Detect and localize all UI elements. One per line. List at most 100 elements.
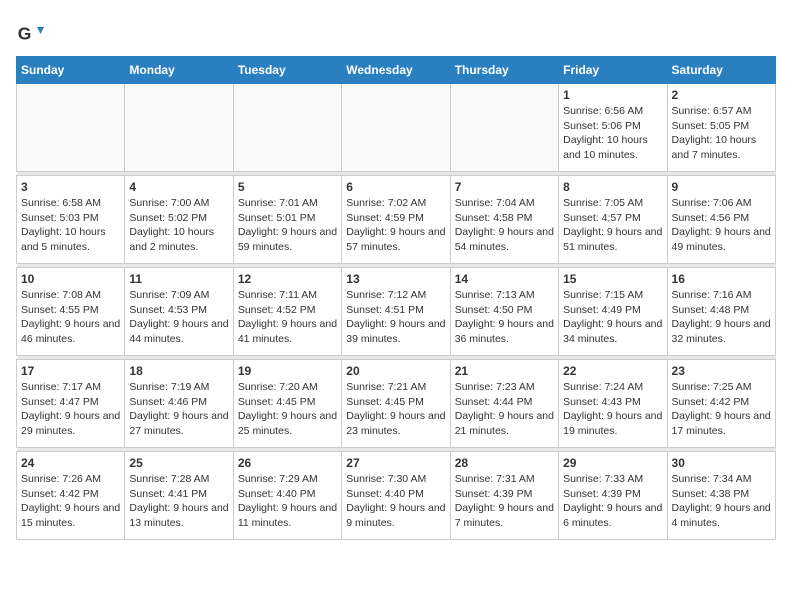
calendar-cell: 25 Sunrise: 7:28 AM Sunset: 4:41 PM Dayli… [125, 452, 233, 540]
calendar-cell: 4 Sunrise: 7:00 AM Sunset: 5:02 PM Daylig… [125, 176, 233, 264]
day-info: Sunrise: 7:02 AM Sunset: 4:59 PM Dayligh… [346, 196, 445, 255]
calendar-cell: 13Sunrise: 7:12 AM Sunset: 4:51 PM Dayli… [342, 268, 450, 356]
day-number: 14 [455, 272, 554, 286]
calendar-cell: 28Sunrise: 7:31 AM Sunset: 4:39 PM Dayli… [450, 452, 558, 540]
calendar-header-row: SundayMondayTuesdayWednesdayThursdayFrid… [17, 57, 776, 84]
calendar-week-3: 10 Sunrise: 7:08 AM Sunset: 4:55 PM Dayli… [17, 268, 776, 356]
day-info: Sunrise: 7:13 AM Sunset: 4:50 PM Dayligh… [455, 288, 554, 347]
calendar-cell: 21 Sunrise: 7:23 AM Sunset: 4:44 PM Dayli… [450, 360, 558, 448]
day-info: Sunrise: 7:31 AM Sunset: 4:39 PM Dayligh… [455, 472, 554, 531]
day-info: Sunrise: 7:23 AM Sunset: 4:44 PM Dayligh… [455, 380, 554, 439]
page-header: G [16, 16, 776, 48]
day-info: Sunrise: 7:16 AM Sunset: 4:48 PM Dayligh… [672, 288, 771, 347]
calendar-cell: 1Sunrise: 6:56 AM Sunset: 5:06 PM Daylig… [559, 84, 667, 172]
day-number: 25 [129, 456, 228, 470]
day-info: Sunrise: 7:29 AM Sunset: 4:40 PM Dayligh… [238, 472, 337, 531]
calendar-header-friday: Friday [559, 57, 667, 84]
calendar-cell: 17Sunrise: 7:17 AM Sunset: 4:47 PM Dayli… [17, 360, 125, 448]
day-info: Sunrise: 7:28 AM Sunset: 4:41 PM Dayligh… [129, 472, 228, 531]
day-number: 9 [672, 180, 771, 194]
calendar-cell: 19 Sunrise: 7:20 AM Sunset: 4:45 PM Dayli… [233, 360, 341, 448]
calendar-cell: 6 Sunrise: 7:02 AM Sunset: 4:59 PM Daylig… [342, 176, 450, 264]
day-number: 7 [455, 180, 554, 194]
day-info: Sunrise: 7:34 AM Sunset: 4:38 PM Dayligh… [672, 472, 771, 531]
calendar-cell: 11 Sunrise: 7:09 AM Sunset: 4:53 PM Dayli… [125, 268, 233, 356]
calendar-cell [125, 84, 233, 172]
day-number: 18 [129, 364, 228, 378]
day-info: Sunrise: 6:57 AM Sunset: 5:05 PM Dayligh… [672, 104, 771, 163]
day-info: Sunrise: 7:17 AM Sunset: 4:47 PM Dayligh… [21, 380, 120, 439]
calendar-cell: 29 Sunrise: 7:33 AM Sunset: 4:39 PM Dayli… [559, 452, 667, 540]
calendar-week-1: 1Sunrise: 6:56 AM Sunset: 5:06 PM Daylig… [17, 84, 776, 172]
day-info: Sunrise: 7:00 AM Sunset: 5:02 PM Dayligh… [129, 196, 228, 255]
day-info: Sunrise: 7:05 AM Sunset: 4:57 PM Dayligh… [563, 196, 662, 255]
calendar-cell: 7Sunrise: 7:04 AM Sunset: 4:58 PM Daylig… [450, 176, 558, 264]
calendar-cell: 15 Sunrise: 7:15 AM Sunset: 4:49 PM Dayli… [559, 268, 667, 356]
day-number: 11 [129, 272, 228, 286]
day-number: 26 [238, 456, 337, 470]
day-number: 21 [455, 364, 554, 378]
calendar-cell: 12 Sunrise: 7:11 AM Sunset: 4:52 PM Dayli… [233, 268, 341, 356]
calendar-cell [233, 84, 341, 172]
day-number: 3 [21, 180, 120, 194]
day-number: 27 [346, 456, 445, 470]
svg-text:G: G [18, 23, 32, 43]
day-info: Sunrise: 7:20 AM Sunset: 4:45 PM Dayligh… [238, 380, 337, 439]
day-number: 16 [672, 272, 771, 286]
calendar-cell: 27 Sunrise: 7:30 AM Sunset: 4:40 PM Dayli… [342, 452, 450, 540]
calendar-cell: 16 Sunrise: 7:16 AM Sunset: 4:48 PM Dayli… [667, 268, 775, 356]
calendar-cell: 18 Sunrise: 7:19 AM Sunset: 4:46 PM Dayli… [125, 360, 233, 448]
day-number: 15 [563, 272, 662, 286]
calendar-cell: 24 Sunrise: 7:26 AM Sunset: 4:42 PM Dayli… [17, 452, 125, 540]
calendar-header-sunday: Sunday [17, 57, 125, 84]
day-number: 30 [672, 456, 771, 470]
day-info: Sunrise: 7:08 AM Sunset: 4:55 PM Dayligh… [21, 288, 120, 347]
calendar-week-2: 3Sunrise: 6:58 AM Sunset: 5:03 PM Daylig… [17, 176, 776, 264]
day-number: 10 [21, 272, 120, 286]
day-info: Sunrise: 7:11 AM Sunset: 4:52 PM Dayligh… [238, 288, 337, 347]
calendar-cell [342, 84, 450, 172]
day-info: Sunrise: 7:24 AM Sunset: 4:43 PM Dayligh… [563, 380, 662, 439]
day-info: Sunrise: 7:30 AM Sunset: 4:40 PM Dayligh… [346, 472, 445, 531]
calendar-cell: 10 Sunrise: 7:08 AM Sunset: 4:55 PM Dayli… [17, 268, 125, 356]
day-info: Sunrise: 7:06 AM Sunset: 4:56 PM Dayligh… [672, 196, 771, 255]
day-number: 20 [346, 364, 445, 378]
day-info: Sunrise: 7:15 AM Sunset: 4:49 PM Dayligh… [563, 288, 662, 347]
day-info: Sunrise: 7:19 AM Sunset: 4:46 PM Dayligh… [129, 380, 228, 439]
day-info: Sunrise: 7:12 AM Sunset: 4:51 PM Dayligh… [346, 288, 445, 347]
day-number: 6 [346, 180, 445, 194]
day-info: Sunrise: 6:56 AM Sunset: 5:06 PM Dayligh… [563, 104, 662, 163]
calendar-header-saturday: Saturday [667, 57, 775, 84]
day-number: 29 [563, 456, 662, 470]
calendar-cell: 30 Sunrise: 7:34 AM Sunset: 4:38 PM Dayli… [667, 452, 775, 540]
calendar-header-thursday: Thursday [450, 57, 558, 84]
calendar-table: SundayMondayTuesdayWednesdayThursdayFrid… [16, 56, 776, 540]
calendar-cell: 2 Sunrise: 6:57 AM Sunset: 5:05 PM Daylig… [667, 84, 775, 172]
day-info: Sunrise: 7:01 AM Sunset: 5:01 PM Dayligh… [238, 196, 337, 255]
calendar-cell: 9 Sunrise: 7:06 AM Sunset: 4:56 PM Daylig… [667, 176, 775, 264]
calendar-cell: 20 Sunrise: 7:21 AM Sunset: 4:45 PM Dayli… [342, 360, 450, 448]
day-info: Sunrise: 7:09 AM Sunset: 4:53 PM Dayligh… [129, 288, 228, 347]
calendar-week-4: 17Sunrise: 7:17 AM Sunset: 4:47 PM Dayli… [17, 360, 776, 448]
calendar-cell [450, 84, 558, 172]
day-number: 19 [238, 364, 337, 378]
calendar-header-tuesday: Tuesday [233, 57, 341, 84]
calendar-cell: 8 Sunrise: 7:05 AM Sunset: 4:57 PM Daylig… [559, 176, 667, 264]
calendar-cell: 23Sunrise: 7:25 AM Sunset: 4:42 PM Dayli… [667, 360, 775, 448]
day-number: 8 [563, 180, 662, 194]
calendar-week-5: 24 Sunrise: 7:26 AM Sunset: 4:42 PM Dayli… [17, 452, 776, 540]
day-info: Sunrise: 7:21 AM Sunset: 4:45 PM Dayligh… [346, 380, 445, 439]
day-number: 2 [672, 88, 771, 102]
day-info: Sunrise: 7:33 AM Sunset: 4:39 PM Dayligh… [563, 472, 662, 531]
calendar-cell: 5Sunrise: 7:01 AM Sunset: 5:01 PM Daylig… [233, 176, 341, 264]
day-number: 24 [21, 456, 120, 470]
calendar-header-wednesday: Wednesday [342, 57, 450, 84]
calendar-cell: 26 Sunrise: 7:29 AM Sunset: 4:40 PM Dayli… [233, 452, 341, 540]
calendar-cell: 22 Sunrise: 7:24 AM Sunset: 4:43 PM Dayli… [559, 360, 667, 448]
day-info: Sunrise: 7:26 AM Sunset: 4:42 PM Dayligh… [21, 472, 120, 531]
day-number: 22 [563, 364, 662, 378]
day-info: Sunrise: 7:25 AM Sunset: 4:42 PM Dayligh… [672, 380, 771, 439]
day-number: 12 [238, 272, 337, 286]
calendar-body: 1Sunrise: 6:56 AM Sunset: 5:06 PM Daylig… [17, 84, 776, 540]
day-number: 4 [129, 180, 228, 194]
